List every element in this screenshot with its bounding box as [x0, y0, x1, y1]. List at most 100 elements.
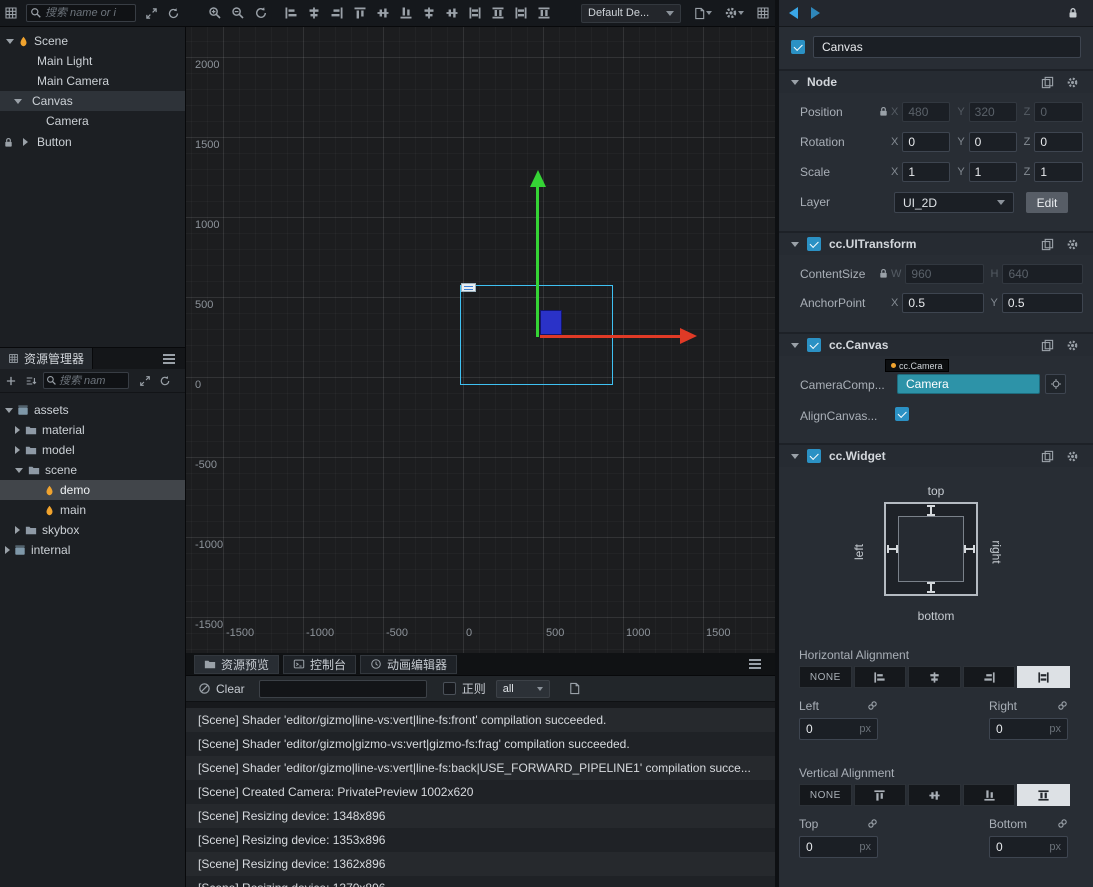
log-entry[interactable]: [Scene] Resizing device: 1370x896 — [186, 876, 775, 887]
content-height-input[interactable] — [1002, 264, 1083, 284]
distribute-horizontal-icon[interactable] — [422, 6, 436, 20]
sort-assets-icon[interactable] — [25, 375, 37, 387]
log-entry[interactable]: [Scene] Shader 'editor/gizmo|gizmo-vs:ve… — [186, 732, 775, 756]
gear-icon[interactable] — [1066, 450, 1079, 463]
layout-dropdown[interactable] — [693, 7, 712, 20]
chevron-down-icon[interactable] — [791, 454, 799, 459]
asset-item-main[interactable]: main — [0, 500, 185, 520]
paste-component-icon[interactable] — [1041, 76, 1054, 89]
edit-layer-button[interactable]: Edit — [1026, 192, 1068, 213]
chevron-down-icon[interactable] — [791, 242, 799, 247]
link-icon[interactable] — [867, 700, 878, 711]
reset-view-icon[interactable] — [254, 6, 268, 20]
log-entry[interactable]: [Scene] Shader 'editor/gizmo|line-vs:ver… — [186, 708, 775, 732]
valign-top-button[interactable] — [854, 784, 907, 806]
align-middle-icon[interactable] — [376, 6, 390, 20]
hierarchy-item-canvas[interactable]: Canvas — [0, 91, 185, 111]
align-left-icon[interactable] — [284, 6, 298, 20]
left-offset-input[interactable]: 0 px — [799, 718, 878, 740]
valign-middle-button[interactable] — [908, 784, 961, 806]
chevron-down-icon[interactable] — [15, 468, 23, 473]
zoom-out-icon[interactable] — [231, 6, 245, 20]
asset-item-model[interactable]: model — [0, 440, 185, 460]
align-top-icon[interactable] — [353, 6, 367, 20]
refresh-assets-icon[interactable] — [159, 375, 171, 387]
clear-console-button[interactable]: Clear — [198, 682, 245, 696]
log-entry[interactable]: [Scene] Resizing device: 1348x896 — [186, 804, 775, 828]
chevron-down-icon[interactable] — [791, 80, 799, 85]
expand-all-icon[interactable] — [145, 7, 158, 20]
chevron-down-icon[interactable] — [5, 408, 13, 413]
halign-right-button[interactable] — [963, 666, 1016, 688]
selected-node-gizmo[interactable] — [540, 310, 562, 335]
log-entry[interactable]: [Scene] Resizing device: 1362x896 — [186, 852, 775, 876]
scale-x-input[interactable] — [902, 162, 950, 182]
create-asset-icon[interactable] — [5, 375, 17, 387]
tab-assets-manager[interactable]: 资源管理器 — [0, 348, 93, 369]
content-width-input[interactable] — [905, 264, 983, 284]
halign-center-button[interactable] — [908, 666, 961, 688]
hierarchy-item-button[interactable]: Button — [0, 132, 185, 152]
hierarchy-search-input[interactable] — [45, 7, 135, 19]
link-icon[interactable] — [867, 818, 878, 829]
chevron-right-icon[interactable] — [23, 138, 28, 146]
section-uitransform[interactable]: cc.UITransform — [779, 231, 1093, 255]
link-icon[interactable] — [1057, 700, 1068, 711]
halign-none-button[interactable]: NONE — [799, 666, 852, 688]
section-widget[interactable]: cc.Widget — [779, 443, 1093, 467]
hierarchy-search[interactable] — [26, 4, 136, 22]
section-node[interactable]: Node — [779, 69, 1093, 93]
tab-asset-preview[interactable]: 资源预览 — [194, 655, 279, 674]
console-log-list[interactable]: [Scene] Shader 'editor/gizmo|line-vs:ver… — [186, 702, 775, 887]
canvas-enabled-checkbox[interactable] — [807, 338, 821, 352]
anchor-x-input[interactable] — [902, 293, 983, 313]
panel-menu-icon[interactable] — [4, 6, 18, 20]
stretch-horizontal-icon[interactable] — [468, 6, 482, 20]
regex-checkbox[interactable] — [443, 682, 456, 695]
gizmo-y-axis-arrowhead[interactable] — [530, 170, 546, 187]
zoom-in-icon[interactable] — [208, 6, 222, 20]
gizmo-y-axis[interactable] — [536, 186, 539, 337]
log-entry[interactable]: [Scene] Shader 'editor/gizmo|line-vs:ver… — [186, 756, 775, 780]
asset-item-demo[interactable]: demo — [0, 480, 185, 500]
widget-alignment-diagram[interactable] — [884, 502, 978, 596]
chevron-right-icon[interactable] — [5, 546, 10, 554]
asset-item-assets[interactable]: assets — [0, 400, 185, 420]
layer-dropdown[interactable]: UI_2D — [894, 192, 1014, 213]
asset-item-internal[interactable]: internal — [0, 540, 185, 560]
node-name-input[interactable] — [813, 36, 1081, 58]
gizmo-x-axis[interactable] — [540, 335, 680, 338]
camera-reference-field[interactable]: Camera — [897, 374, 1040, 394]
rotation-z-input[interactable] — [1034, 132, 1083, 152]
refresh-hierarchy-icon[interactable] — [167, 7, 180, 20]
paste-component-icon[interactable] — [1041, 450, 1054, 463]
grid-toggle-icon[interactable] — [756, 6, 770, 20]
valign-stretch-button[interactable] — [1017, 784, 1070, 806]
export-log-icon[interactable] — [568, 682, 581, 695]
chevron-down-icon[interactable] — [6, 39, 14, 44]
log-entry[interactable]: [Scene] Created Camera: PrivatePreview 1… — [186, 780, 775, 804]
asset-item-skybox[interactable]: skybox — [0, 520, 185, 540]
gizmo-x-axis-arrowhead[interactable] — [680, 328, 697, 344]
panel-menu-icon[interactable] — [749, 659, 761, 669]
align-canvas-checkbox[interactable] — [895, 407, 909, 421]
anchor-y-input[interactable] — [1002, 293, 1083, 313]
panel-menu-icon[interactable] — [163, 354, 175, 364]
scale-y-input[interactable] — [969, 162, 1017, 182]
log-level-dropdown[interactable]: all — [496, 680, 550, 698]
stretch-vertical-icon[interactable] — [491, 6, 505, 20]
gear-icon[interactable] — [1066, 339, 1079, 352]
node-active-checkbox[interactable] — [791, 40, 805, 54]
camera-picker-button[interactable] — [1045, 374, 1066, 394]
history-forward-icon[interactable] — [811, 7, 820, 19]
hierarchy-item-main-camera[interactable]: Main Camera — [0, 71, 185, 91]
bottom-offset-input[interactable]: 0 px — [989, 836, 1068, 858]
right-offset-input[interactable]: 0 px — [989, 718, 1068, 740]
uitransform-enabled-checkbox[interactable] — [807, 237, 821, 251]
gear-icon[interactable] — [1066, 76, 1079, 89]
top-offset-input[interactable]: 0 px — [799, 836, 878, 858]
hierarchy-item-scene[interactable]: Scene — [0, 31, 185, 51]
asset-item-material[interactable]: material — [0, 420, 185, 440]
tab-animation-editor[interactable]: 动画编辑器 — [360, 655, 457, 674]
paste-component-icon[interactable] — [1041, 339, 1054, 352]
